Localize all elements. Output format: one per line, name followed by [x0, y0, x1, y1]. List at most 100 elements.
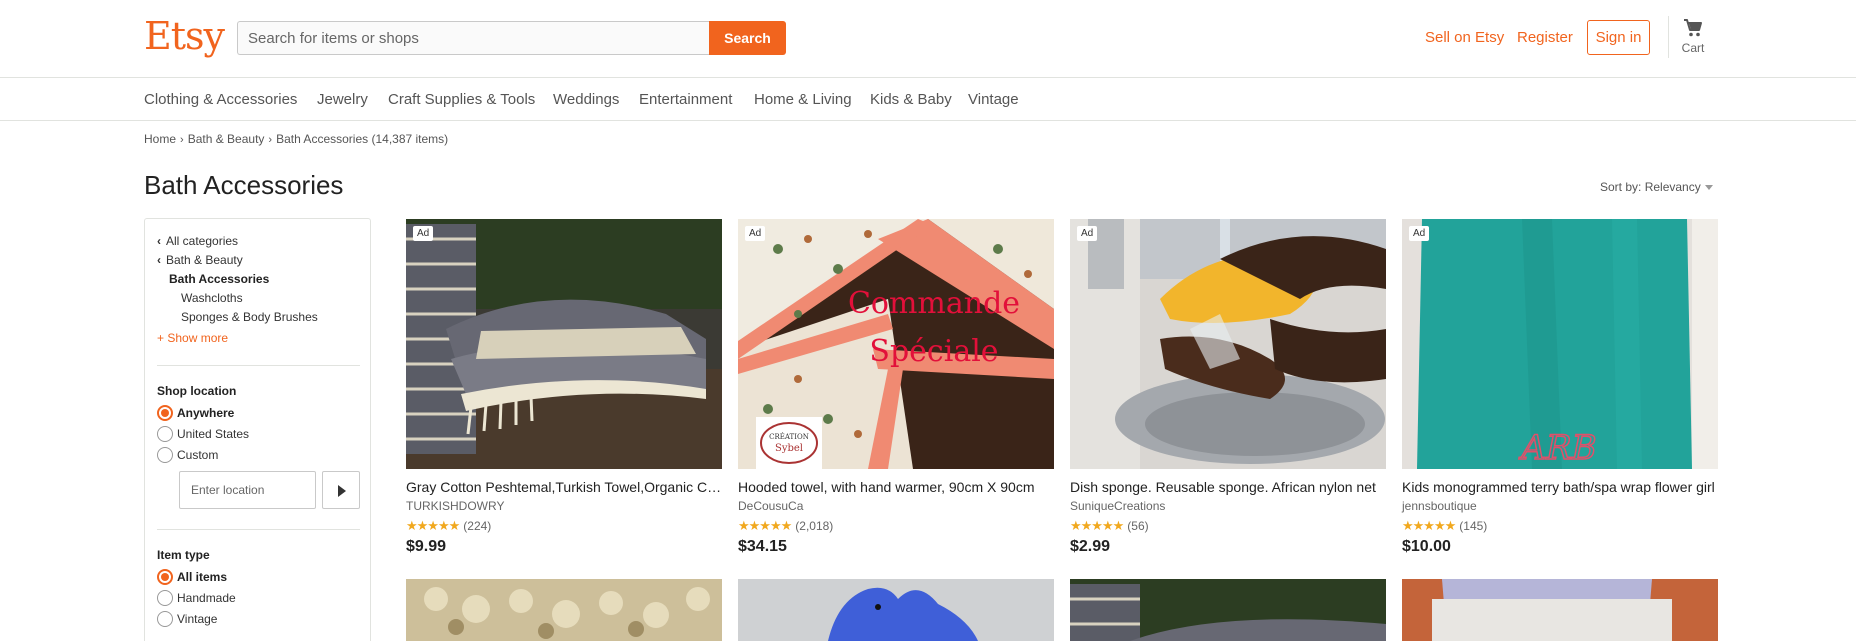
- listing-review-count: (2,018): [795, 519, 834, 533]
- chevron-left-icon: ‹: [157, 234, 161, 248]
- category-nav: Clothing & Accessories Jewelry Craft Sup…: [0, 78, 1856, 121]
- location-option-label: Anywhere: [177, 406, 235, 420]
- listing-card[interactable]: [406, 579, 722, 641]
- radio-icon: [157, 590, 173, 606]
- search-button[interactable]: Search: [709, 21, 786, 55]
- cart-button[interactable]: Cart: [1678, 18, 1708, 55]
- item-type-label: Vintage: [177, 612, 218, 626]
- register-link[interactable]: Register: [1517, 29, 1573, 46]
- listing-image[interactable]: Ad: [406, 219, 722, 469]
- breadcrumb-separator-icon: ›: [268, 134, 273, 146]
- towel-photo: [406, 219, 722, 469]
- listing-card[interactable]: Commande Spéciale CRÉATION Sybel Ad Hood…: [738, 219, 1054, 556]
- star-rating-icon: ★★★★★: [1402, 518, 1456, 533]
- location-input[interactable]: [179, 471, 316, 509]
- listing-shop-name[interactable]: SuniqueCreations: [1070, 499, 1386, 513]
- cart-label: Cart: [1681, 41, 1705, 55]
- listing-card[interactable]: ARB Ad Kids monogrammed terry bath/spa w…: [1402, 219, 1718, 556]
- breadcrumb-home[interactable]: Home: [144, 132, 176, 146]
- listing-title[interactable]: Hooded towel, with hand warmer, 90cm X 9…: [738, 479, 1054, 495]
- cart-icon: [1684, 19, 1702, 37]
- item-type-label: All items: [177, 570, 228, 584]
- filter-sidebar: ‹ All categories ‹ Bath & Beauty Bath Acce…: [144, 218, 371, 641]
- search-bar: Search: [237, 21, 786, 55]
- listing-card[interactable]: Ad Dish sponge. Reusable sponge. African…: [1070, 219, 1386, 556]
- listing-card[interactable]: [1402, 579, 1718, 641]
- star-rating-icon: ★★★★★: [738, 518, 792, 533]
- listing-shop-name[interactable]: jennsboutique: [1402, 499, 1718, 513]
- listing-image[interactable]: [738, 579, 1054, 641]
- caret-down-icon: [1704, 185, 1713, 191]
- sidebar-all-categories[interactable]: ‹ All categories: [157, 234, 238, 248]
- overlay-text-line-2: Spéciale: [869, 334, 998, 369]
- category-home-living[interactable]: Home & Living: [754, 91, 852, 108]
- listing-image[interactable]: [1070, 579, 1386, 641]
- breadcrumb-bath-accessories[interactable]: Bath Accessories: [276, 132, 368, 146]
- radio-selected-icon: [157, 405, 173, 421]
- listing-rating: ★★★★★ (224): [406, 518, 722, 533]
- location-option-label: Custom: [177, 448, 219, 462]
- shop-logo-text-2: Sybel: [775, 443, 803, 454]
- category-weddings[interactable]: Weddings: [553, 91, 619, 108]
- listing-review-count: (56): [1127, 519, 1149, 533]
- listing-image[interactable]: [1402, 579, 1718, 641]
- search-input[interactable]: [237, 21, 710, 55]
- breadcrumb-separator-icon: ›: [180, 134, 184, 146]
- listing-review-count: (224): [463, 519, 492, 533]
- sort-label: Sort by:: [1600, 180, 1642, 194]
- ad-badge: Ad: [413, 226, 434, 241]
- sell-on-etsy-link[interactable]: Sell on Etsy: [1425, 29, 1504, 46]
- sidebar-subcategory-sponges[interactable]: Sponges & Body Brushes: [181, 310, 318, 324]
- listing-shop-name[interactable]: DeCousuCa: [738, 499, 1054, 513]
- listing-title[interactable]: Kids monogrammed terry bath/spa wrap flo…: [1402, 479, 1718, 495]
- category-entertainment[interactable]: Entertainment: [639, 91, 732, 108]
- listing-card[interactable]: Ad Gray Cotton Peshtemal,Turkish Towel,O…: [406, 219, 722, 556]
- radio-icon: [157, 447, 173, 463]
- radio-icon: [157, 426, 173, 442]
- category-kids-baby[interactable]: Kids & Baby: [870, 91, 952, 108]
- location-option-united-states[interactable]: United States: [157, 426, 249, 443]
- sort-value: Relevancy: [1644, 180, 1701, 194]
- listing-image[interactable]: Ad: [1070, 219, 1386, 469]
- category-clothing-accessories[interactable]: Clothing & Accessories: [144, 91, 297, 108]
- spa-wrap-photo: ARB: [1402, 219, 1718, 469]
- show-more-link[interactable]: + Show more: [157, 331, 228, 345]
- category-vintage[interactable]: Vintage: [968, 91, 1019, 108]
- listing-image[interactable]: [406, 579, 722, 641]
- crochet-photo: [406, 579, 722, 641]
- listing-image[interactable]: Commande Spéciale CRÉATION Sybel Ad: [738, 219, 1054, 469]
- sidebar-parent-category[interactable]: ‹ Bath & Beauty: [157, 253, 243, 267]
- listing-title[interactable]: Gray Cotton Peshtemal,Turkish Towel,Orga…: [406, 479, 722, 495]
- sort-dropdown[interactable]: Sort by: Relevancy: [1600, 180, 1713, 194]
- listing-shop-name[interactable]: TURKISHDOWRY: [406, 499, 722, 513]
- sign-in-button[interactable]: Sign in: [1587, 20, 1650, 55]
- etsy-logo[interactable]: Etsy: [144, 14, 225, 58]
- category-craft-supplies[interactable]: Craft Supplies & Tools: [388, 91, 535, 108]
- location-option-anywhere[interactable]: Anywhere: [157, 405, 234, 422]
- breadcrumb-bath-beauty[interactable]: Bath & Beauty: [188, 132, 265, 146]
- item-type-label: Handmade: [177, 591, 236, 605]
- location-option-custom[interactable]: Custom: [157, 447, 218, 464]
- item-type-heading: Item type: [157, 548, 210, 562]
- item-type-vintage[interactable]: Vintage: [157, 611, 217, 628]
- item-type-handmade[interactable]: Handmade: [157, 590, 236, 607]
- site-header: Etsy Search Sell on Etsy Register Sign i…: [0, 0, 1856, 78]
- sidebar-current-category: Bath Accessories: [169, 272, 270, 286]
- category-jewelry[interactable]: Jewelry: [317, 91, 368, 108]
- radio-selected-icon: [157, 569, 173, 585]
- listing-price: $9.99: [406, 538, 447, 555]
- listing-card[interactable]: [1070, 579, 1386, 641]
- location-submit-button[interactable]: [322, 471, 360, 509]
- listing-review-count: (145): [1459, 519, 1488, 533]
- sidebar-subcategory-washcloths[interactable]: Washcloths: [181, 291, 243, 305]
- listing-rating: ★★★★★ (2,018): [738, 518, 1054, 533]
- listing-rating: ★★★★★ (56): [1070, 518, 1386, 533]
- listing-price: $10.00: [1402, 538, 1451, 555]
- listing-price: $2.99: [1070, 538, 1111, 555]
- sidebar-divider: [157, 365, 360, 366]
- listing-title[interactable]: Dish sponge. Reusable sponge. African ny…: [1070, 479, 1386, 495]
- listing-image[interactable]: ARB Ad: [1402, 219, 1718, 469]
- breadcrumb: Home › Bath & Beauty › Bath Accessories (14,…: [144, 132, 448, 146]
- listing-card[interactable]: [738, 579, 1054, 641]
- item-type-all[interactable]: All items: [157, 569, 227, 586]
